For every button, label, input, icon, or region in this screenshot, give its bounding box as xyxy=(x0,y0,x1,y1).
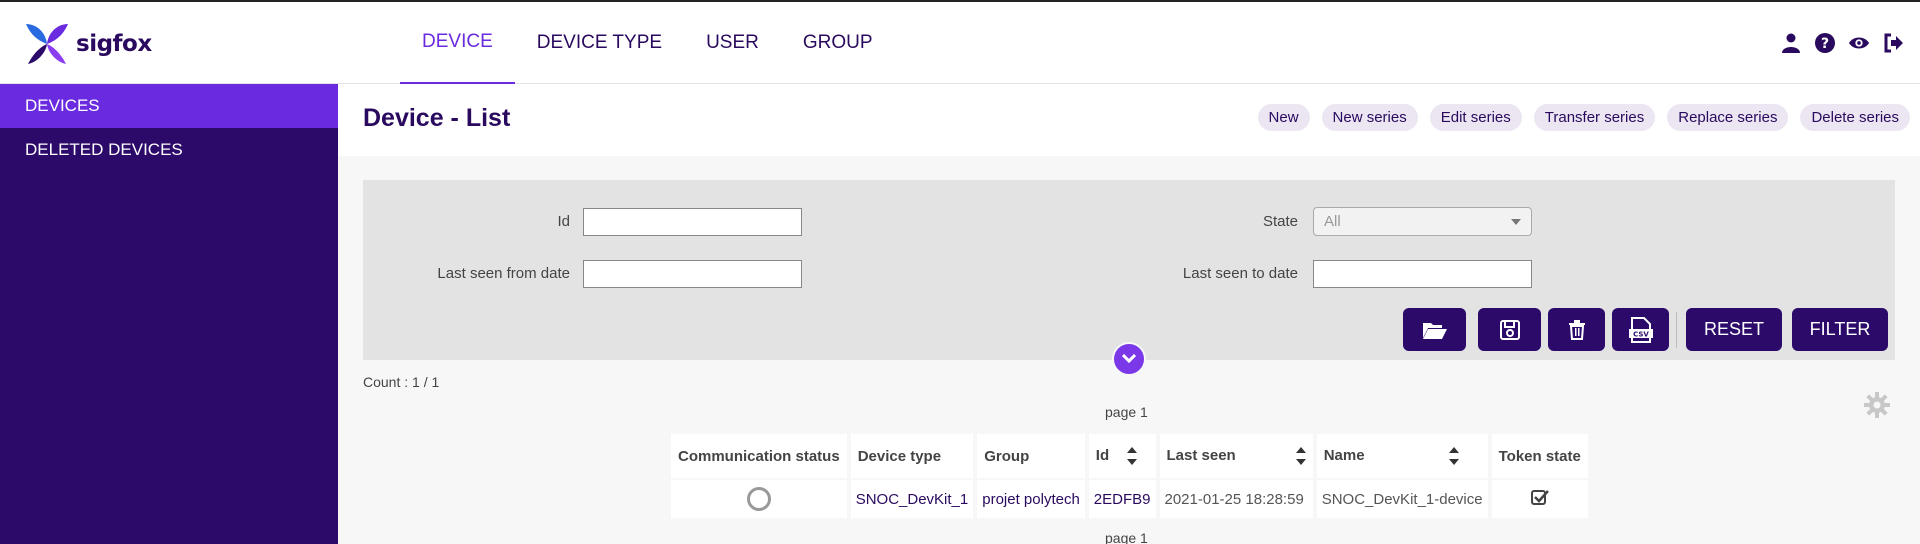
save-filter-button[interactable] xyxy=(1478,308,1541,351)
main-nav: DEVICE DEVICE TYPE USER GROUP xyxy=(400,2,895,84)
communication-status-cell xyxy=(671,478,847,518)
collapse-filters-button[interactable] xyxy=(1112,342,1146,376)
result-count: Count : 1 / 1 xyxy=(363,374,440,390)
edit-series-button[interactable]: Edit series xyxy=(1429,104,1522,131)
pagination-bottom: page 1 xyxy=(1105,530,1148,544)
name-cell: SNOC_DevKit_1-device xyxy=(1316,478,1488,518)
id-label: Id xyxy=(557,213,570,230)
eye-icon[interactable] xyxy=(1848,32,1870,54)
last-seen-from-input[interactable] xyxy=(583,260,802,288)
delete-filter-button[interactable] xyxy=(1548,308,1605,351)
folder-open-icon xyxy=(1422,322,1447,339)
help-icon[interactable]: ? xyxy=(1814,32,1836,54)
sidebar-item-devices[interactable]: DEVICES xyxy=(0,84,338,128)
replace-series-button[interactable]: Replace series xyxy=(1667,104,1789,131)
last-seen-to-label: Last seen to date xyxy=(1182,265,1298,282)
column-label: Name xyxy=(1323,446,1365,464)
table-row[interactable]: SNOC_DevKit_1 projet polytech 2EDFB9 202… xyxy=(671,478,1588,518)
column-token-state: Token state xyxy=(1491,434,1588,478)
state-label: State xyxy=(1262,213,1298,230)
action-bar: New New series Edit series Transfer seri… xyxy=(1257,104,1910,131)
tab-device-type[interactable]: DEVICE TYPE xyxy=(515,2,684,84)
button-separator xyxy=(1676,312,1677,348)
sigfox-butterfly-icon xyxy=(26,24,68,64)
device-type-link[interactable]: SNOC_DevKit_1 xyxy=(850,478,974,518)
column-device-type: Device type xyxy=(850,434,974,478)
filter-button[interactable]: FILTER xyxy=(1792,308,1888,351)
state-select[interactable]: All xyxy=(1313,207,1532,236)
table-header-row: Communication status Device type Group I… xyxy=(671,434,1588,478)
column-id[interactable]: Id xyxy=(1088,434,1156,478)
column-group: Group xyxy=(977,434,1085,478)
filter-panel: Id Last seen from date State All Last se… xyxy=(363,180,1895,360)
tab-group[interactable]: GROUP xyxy=(781,2,895,84)
column-label: Device type xyxy=(857,447,942,465)
checkbox-checked-icon xyxy=(1530,490,1549,505)
column-last-seen[interactable]: Last seen xyxy=(1159,434,1313,478)
last-seen-cell: 2021-01-25 18:28:59 xyxy=(1159,478,1313,518)
transfer-series-button[interactable]: Transfer series xyxy=(1533,104,1656,131)
svg-text:?: ? xyxy=(1821,36,1829,52)
column-label: Group xyxy=(984,447,1030,465)
sidebar: DEVICES DELETED DEVICES xyxy=(0,84,338,544)
page-header: Device - List New New series Edit series… xyxy=(338,84,1920,156)
main-content: Device - List New New series Edit series… xyxy=(338,84,1920,544)
token-state-cell xyxy=(1491,478,1588,518)
brand-name: sigfox xyxy=(76,31,152,57)
column-communication-status: Communication status xyxy=(671,434,847,478)
column-name[interactable]: Name xyxy=(1316,434,1488,478)
header-icons: ? xyxy=(1780,32,1904,54)
pagination-top: page 1 xyxy=(1105,404,1148,420)
device-id-link[interactable]: 2EDFB9 xyxy=(1088,478,1156,518)
group-link[interactable]: projet polytech xyxy=(977,478,1085,518)
load-filter-button[interactable] xyxy=(1403,308,1466,351)
state-select-value: All xyxy=(1324,213,1341,230)
column-label: Communication status xyxy=(678,447,840,465)
svg-text:CSV: CSV xyxy=(1633,330,1649,338)
trash-icon xyxy=(1568,319,1585,340)
sidebar-item-deleted-devices[interactable]: DELETED DEVICES xyxy=(0,128,338,172)
column-label: Last seen xyxy=(1166,446,1236,464)
last-seen-from-label: Last seen from date xyxy=(437,265,570,282)
app-header: sigfox DEVICE DEVICE TYPE USER GROUP ? xyxy=(0,2,1920,84)
new-button[interactable]: New xyxy=(1257,104,1310,131)
column-label: Token state xyxy=(1498,447,1581,465)
save-icon xyxy=(1499,319,1520,340)
export-csv-button[interactable]: CSV xyxy=(1612,308,1669,351)
sort-icon[interactable] xyxy=(1448,447,1459,466)
id-input[interactable] xyxy=(583,208,802,236)
sigfox-logo[interactable]: sigfox xyxy=(24,22,152,66)
user-icon[interactable] xyxy=(1780,32,1802,54)
new-series-button[interactable]: New series xyxy=(1321,104,1418,131)
tab-user[interactable]: USER xyxy=(684,2,781,84)
column-label: Id xyxy=(1095,446,1110,464)
tab-device[interactable]: DEVICE xyxy=(400,2,515,84)
last-seen-to-input[interactable] xyxy=(1313,260,1532,288)
sort-icon[interactable] xyxy=(1295,447,1306,466)
chevron-down-icon xyxy=(1511,219,1521,225)
reset-button[interactable]: RESET xyxy=(1686,308,1782,351)
csv-icon: CSV xyxy=(1628,316,1653,343)
logout-icon[interactable] xyxy=(1882,32,1904,54)
delete-series-button[interactable]: Delete series xyxy=(1800,104,1910,131)
sort-icon[interactable] xyxy=(1127,447,1138,466)
chevron-down-icon xyxy=(1122,354,1136,364)
devices-table: Communication status Device type Group I… xyxy=(667,434,1592,518)
page-title: Device - List xyxy=(363,104,511,132)
status-circle-icon xyxy=(746,487,771,511)
gear-icon[interactable] xyxy=(1864,392,1890,423)
